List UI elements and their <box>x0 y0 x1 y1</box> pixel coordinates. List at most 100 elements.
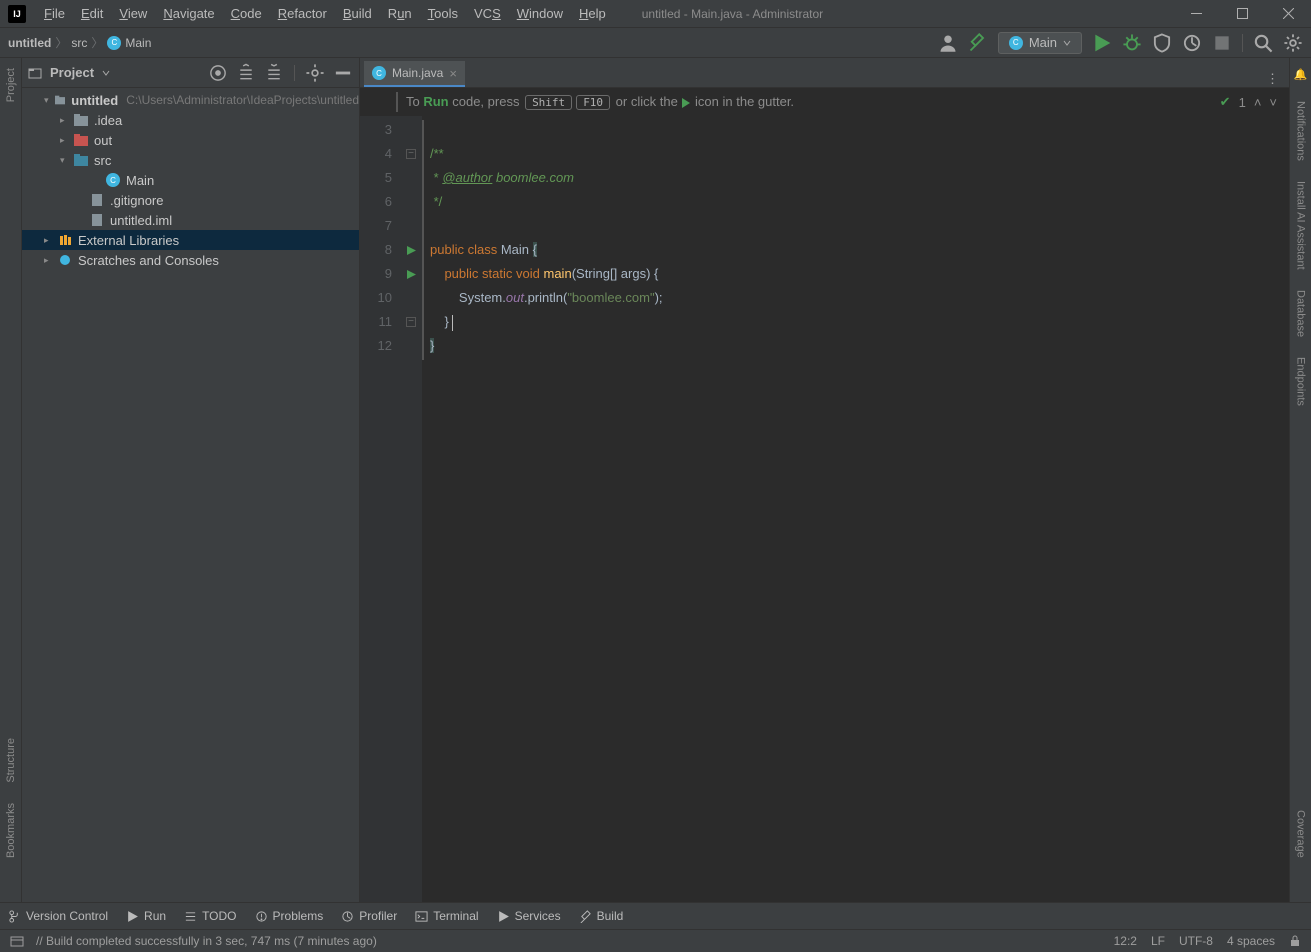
project-tree[interactable]: ▾untitledC:\Users\Administrator\IdeaProj… <box>22 88 359 902</box>
fold-icon[interactable]: − <box>406 149 416 159</box>
breadcrumb-project[interactable]: untitled <box>8 36 51 50</box>
hide-icon[interactable] <box>333 63 353 83</box>
code-body[interactable]: /** * @author boomlee.com */ public clas… <box>422 116 1289 902</box>
debug-button[interactable] <box>1122 33 1142 53</box>
java-class-icon: C <box>372 66 386 80</box>
expand-all-icon[interactable] <box>236 63 256 83</box>
select-opened-file-icon[interactable] <box>208 63 228 83</box>
tree-scratches[interactable]: ▸Scratches and Consoles <box>22 250 359 270</box>
window-title: untitled - Main.java - Administrator <box>642 7 823 21</box>
navigation-bar: untitled〉 src〉 C Main C Main <box>0 28 1311 58</box>
run-button[interactable] <box>1092 33 1112 53</box>
tool-structure[interactable]: Structure <box>5 732 17 789</box>
tree-main-class[interactable]: CMain <box>22 170 359 190</box>
tool-notifications[interactable]: Notifications <box>1295 95 1307 167</box>
editor-gutter[interactable]: − − <box>400 116 422 902</box>
breadcrumb-folder[interactable]: src <box>71 36 87 50</box>
tab-menu-icon[interactable]: ⋮ <box>1256 71 1289 87</box>
bottom-tool-stripe: Version Control Run TODO Problems Profil… <box>0 902 1311 929</box>
tool-profiler[interactable]: Profiler <box>341 909 397 923</box>
project-tool-window: Project ▾untitledC:\Users\Administrator\… <box>22 58 360 902</box>
status-position[interactable]: 12:2 <box>1114 934 1137 948</box>
stop-button[interactable] <box>1212 33 1232 53</box>
menu-navigate[interactable]: Navigate <box>155 2 222 25</box>
tree-src[interactable]: ▾src <box>22 150 359 170</box>
user-icon[interactable] <box>938 33 958 53</box>
prev-highlight-icon[interactable]: ˄ <box>1254 95 1262 110</box>
tree-out[interactable]: ▸out <box>22 130 359 150</box>
tool-bookmarks[interactable]: Bookmarks <box>5 797 17 864</box>
profile-button[interactable] <box>1182 33 1202 53</box>
title-bar: File Edit View Navigate Code Refactor Bu… <box>0 0 1311 28</box>
tree-idea[interactable]: ▸.idea <box>22 110 359 130</box>
tree-external-libraries[interactable]: ▸External Libraries <box>22 230 359 250</box>
tool-terminal[interactable]: Terminal <box>415 909 478 923</box>
tree-gitignore[interactable]: .gitignore <box>22 190 359 210</box>
code-editor[interactable]: 3456789101112 − − /** <box>360 116 1289 902</box>
tool-ai-assistant[interactable]: Install AI Assistant <box>1295 175 1307 276</box>
tool-run[interactable]: Run <box>126 909 166 923</box>
menu-run[interactable]: Run <box>380 2 420 25</box>
check-icon[interactable]: ✔ <box>1220 94 1231 110</box>
fold-icon[interactable]: − <box>406 317 416 327</box>
tool-database[interactable]: Database <box>1295 284 1307 343</box>
run-config-label: Main <box>1029 35 1057 50</box>
run-gutter-icon[interactable] <box>400 238 422 262</box>
tree-root[interactable]: ▾untitledC:\Users\Administrator\IdeaProj… <box>22 90 359 110</box>
tool-problems[interactable]: Problems <box>255 909 324 923</box>
tool-services[interactable]: Services <box>497 909 561 923</box>
menu-build[interactable]: Build <box>335 2 380 25</box>
editor-area: C Main.java × ⋮ To Run code, press Shift… <box>360 58 1289 902</box>
tool-project[interactable]: Project <box>5 62 17 108</box>
tab-main-java[interactable]: C Main.java × <box>364 61 465 87</box>
notifications-bell-icon[interactable]: 🔔 <box>1294 62 1308 87</box>
settings-button[interactable] <box>1283 33 1303 53</box>
collapse-all-icon[interactable] <box>264 63 284 83</box>
line-numbers: 3456789101112 <box>360 116 400 902</box>
gear-icon[interactable] <box>305 63 325 83</box>
chevron-down-icon[interactable] <box>102 69 110 77</box>
menu-edit[interactable]: Edit <box>73 2 111 25</box>
tool-endpoints[interactable]: Endpoints <box>1295 351 1307 412</box>
close-tab-icon[interactable]: × <box>449 66 457 81</box>
tree-iml[interactable]: untitled.iml <box>22 210 359 230</box>
left-tool-stripe: Project Structure Bookmarks <box>0 58 22 902</box>
tool-build[interactable]: Build <box>579 909 624 923</box>
lock-icon[interactable] <box>1289 935 1301 947</box>
close-button[interactable] <box>1265 0 1311 28</box>
status-icon[interactable] <box>10 934 24 948</box>
problem-count: 1 <box>1239 95 1246 110</box>
breadcrumb[interactable]: untitled〉 src〉 C Main <box>8 34 151 51</box>
text-cursor <box>452 315 453 331</box>
right-tool-stripe: 🔔 Notifications Install AI Assistant Dat… <box>1289 58 1311 902</box>
minimize-button[interactable] <box>1173 0 1219 28</box>
tool-version-control[interactable]: Version Control <box>8 909 108 923</box>
chevron-down-icon <box>1063 39 1071 47</box>
maximize-button[interactable] <box>1219 0 1265 28</box>
menu-refactor[interactable]: Refactor <box>270 2 335 25</box>
run-gutter-icon[interactable] <box>400 262 422 286</box>
tool-coverage[interactable]: Coverage <box>1295 804 1307 864</box>
status-indent[interactable]: 4 spaces <box>1227 934 1275 948</box>
menu-code[interactable]: Code <box>223 2 270 25</box>
search-button[interactable] <box>1253 33 1273 53</box>
status-encoding[interactable]: UTF-8 <box>1179 934 1213 948</box>
menu-vcs[interactable]: VCS <box>466 2 509 25</box>
menu-tools[interactable]: Tools <box>420 2 466 25</box>
menu-help[interactable]: Help <box>571 2 614 25</box>
menu-window[interactable]: Window <box>509 2 571 25</box>
tool-todo[interactable]: TODO <box>184 909 236 923</box>
build-hammer-icon[interactable] <box>968 33 988 53</box>
app-logo-icon <box>8 5 26 23</box>
java-class-icon: C <box>1009 36 1023 50</box>
status-line-sep[interactable]: LF <box>1151 934 1165 948</box>
status-bar: // Build completed successfully in 3 sec… <box>0 929 1311 952</box>
coverage-button[interactable] <box>1152 33 1172 53</box>
breadcrumb-file[interactable]: Main <box>125 36 151 50</box>
menu-view[interactable]: View <box>111 2 155 25</box>
next-highlight-icon[interactable]: ˅ <box>1269 95 1277 110</box>
run-config-selector[interactable]: C Main <box>998 32 1082 54</box>
menu-file[interactable]: File <box>36 2 73 25</box>
tab-label: Main.java <box>392 66 443 80</box>
hint-text: To Run code, press ShiftF10 or click the… <box>406 94 794 110</box>
